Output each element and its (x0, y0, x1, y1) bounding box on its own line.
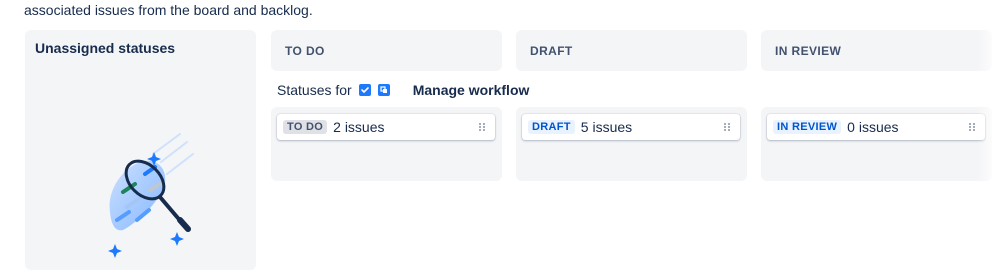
scroll-fade-overlay (977, 28, 999, 188)
column-header-in-review: IN REVIEW (761, 30, 992, 71)
status-card-in-review[interactable]: IN REVIEW 0 issues (767, 114, 985, 140)
intro-text: associated issues from the board and bac… (24, 2, 313, 18)
status-lozenge: TO DO (283, 120, 328, 134)
drag-handle-icon[interactable] (969, 123, 975, 131)
statuses-for-row: Statuses for Manage workflow (277, 81, 529, 99)
issue-type-icon (377, 84, 390, 96)
issue-count: 2 issues (333, 119, 385, 135)
status-card-draft[interactable]: DRAFT 5 issues (522, 114, 740, 140)
status-lozenge: IN REVIEW (773, 120, 842, 134)
column-header-label: DRAFT (530, 44, 573, 58)
status-lane-draft: DRAFT 5 issues (516, 107, 747, 181)
column-header-label: TO DO (285, 44, 325, 58)
unassigned-statuses-panel: Unassigned statuses (25, 30, 256, 270)
statuses-for-label: Statuses for (277, 82, 352, 98)
unassigned-statuses-title: Unassigned statuses (35, 40, 176, 56)
drag-handle-icon[interactable] (479, 123, 485, 131)
drag-handle-icon[interactable] (724, 123, 730, 131)
manage-workflow-button[interactable]: Manage workflow (413, 82, 530, 98)
status-card-todo[interactable]: TO DO 2 issues (277, 114, 495, 140)
racket-illustration-icon (108, 133, 194, 258)
checkbox-icon[interactable] (358, 84, 371, 96)
column-header-label: IN REVIEW (775, 44, 842, 58)
status-lane-in-review: IN REVIEW 0 issues (761, 107, 992, 181)
issue-count: 0 issues (847, 119, 899, 135)
status-lane-todo: TO DO 2 issues (271, 107, 502, 181)
column-header-draft: DRAFT (516, 30, 747, 71)
column-header-todo: TO DO (271, 30, 502, 71)
status-lozenge: DRAFT (528, 120, 575, 134)
issue-count: 5 issues (580, 119, 633, 135)
